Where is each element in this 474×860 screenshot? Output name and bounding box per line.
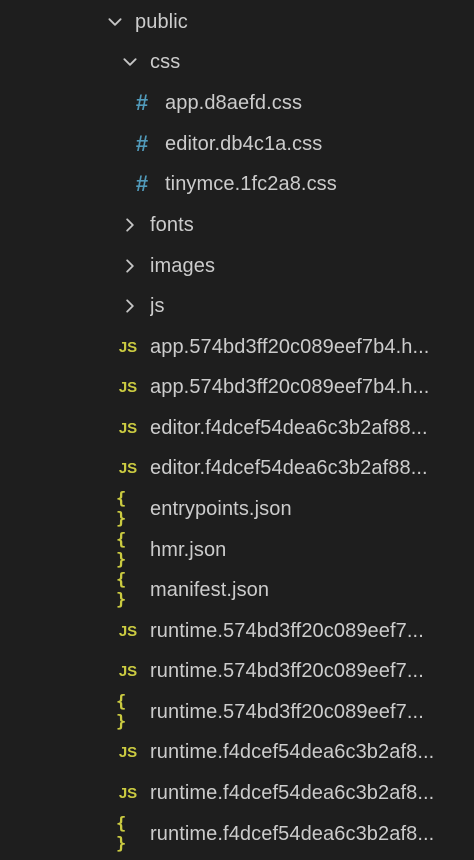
file-label: runtime.574bd3ff20c089eef7... — [150, 659, 424, 682]
file-item[interactable]: JS editor.f4dcef54dea6c3b2af88... — [0, 408, 474, 448]
file-label: app.d8aefd.css — [165, 91, 303, 114]
file-label: app.574bd3ff20c089eef7b4.h... — [150, 375, 430, 398]
json-braces-icon: { } — [116, 489, 127, 529]
js-icon: JS — [118, 622, 138, 640]
file-label: editor.db4c1a.css — [165, 132, 323, 155]
file-label: editor.f4dcef54dea6c3b2af88... — [150, 416, 428, 439]
file-item[interactable]: { } runtime.574bd3ff20c089eef7... — [0, 692, 474, 732]
js-icon: JS — [118, 378, 138, 396]
file-label: runtime.f4dcef54dea6c3b2af8... — [150, 781, 435, 804]
js-icon: JS — [118, 419, 138, 437]
file-label: manifest.json — [150, 578, 270, 601]
js-icon: JS — [118, 784, 138, 802]
chevron-down-icon — [118, 47, 142, 77]
file-item[interactable]: { } hmr.json — [0, 530, 474, 570]
chevron-down-icon — [103, 7, 127, 37]
json-braces-icon: { } — [116, 530, 127, 570]
js-icon: JS — [118, 743, 138, 761]
file-item[interactable]: # app.d8aefd.css — [0, 83, 474, 123]
folder-images[interactable]: images — [0, 246, 474, 286]
folder-fonts[interactable]: fonts — [0, 205, 474, 245]
file-label: tinymce.1fc2a8.css — [165, 172, 337, 195]
file-item[interactable]: JS app.574bd3ff20c089eef7b4.h... — [0, 367, 474, 407]
js-icon: JS — [118, 338, 138, 356]
folder-label: public — [135, 10, 188, 33]
file-item[interactable]: JS runtime.f4dcef54dea6c3b2af8... — [0, 773, 474, 813]
file-item[interactable]: # tinymce.1fc2a8.css — [0, 164, 474, 204]
file-item[interactable]: JS runtime.574bd3ff20c089eef7... — [0, 651, 474, 691]
file-label: runtime.574bd3ff20c089eef7... — [150, 700, 424, 723]
chevron-right-icon — [118, 210, 142, 240]
file-label: editor.f4dcef54dea6c3b2af88... — [150, 456, 428, 479]
folder-label: css — [150, 50, 181, 73]
css-hash-icon: # — [135, 90, 149, 115]
json-braces-icon: { } — [116, 570, 127, 610]
chevron-right-icon — [118, 291, 142, 321]
js-icon: JS — [118, 662, 138, 680]
file-item[interactable]: { } runtime.f4dcef54dea6c3b2af8... — [0, 814, 474, 854]
folder-label: images — [150, 254, 216, 277]
chevron-right-icon — [118, 251, 142, 281]
css-hash-icon: # — [135, 131, 149, 156]
file-label: hmr.json — [150, 538, 227, 561]
file-item[interactable]: JS app.574bd3ff20c089eef7b4.h... — [0, 327, 474, 367]
folder-label: js — [150, 294, 165, 317]
file-label: runtime.f4dcef54dea6c3b2af8... — [150, 740, 435, 763]
file-item[interactable]: JS runtime.f4dcef54dea6c3b2af8... — [0, 732, 474, 772]
file-label: runtime.f4dcef54dea6c3b2af8... — [150, 822, 435, 845]
file-label: runtime.574bd3ff20c089eef7... — [150, 619, 424, 642]
js-icon: JS — [118, 459, 138, 477]
file-explorer-tree: public css # app.d8aefd.css # editor.db4… — [0, 0, 474, 860]
file-item[interactable]: JS runtime.574bd3ff20c089eef7... — [0, 611, 474, 651]
folder-css[interactable]: css — [0, 42, 474, 82]
file-label: app.574bd3ff20c089eef7b4.h... — [150, 335, 430, 358]
json-braces-icon: { } — [116, 692, 127, 732]
file-item[interactable]: JS editor.f4dcef54dea6c3b2af88... — [0, 448, 474, 488]
file-item[interactable]: { } manifest.json — [0, 570, 474, 610]
file-label: entrypoints.json — [150, 497, 292, 520]
folder-label: fonts — [150, 213, 194, 236]
json-braces-icon: { } — [116, 814, 127, 854]
file-item[interactable]: { } entrypoints.json — [0, 489, 474, 529]
file-item[interactable]: # editor.db4c1a.css — [0, 124, 474, 164]
css-hash-icon: # — [135, 171, 149, 196]
folder-js[interactable]: js — [0, 286, 474, 326]
folder-public[interactable]: public — [0, 2, 474, 42]
